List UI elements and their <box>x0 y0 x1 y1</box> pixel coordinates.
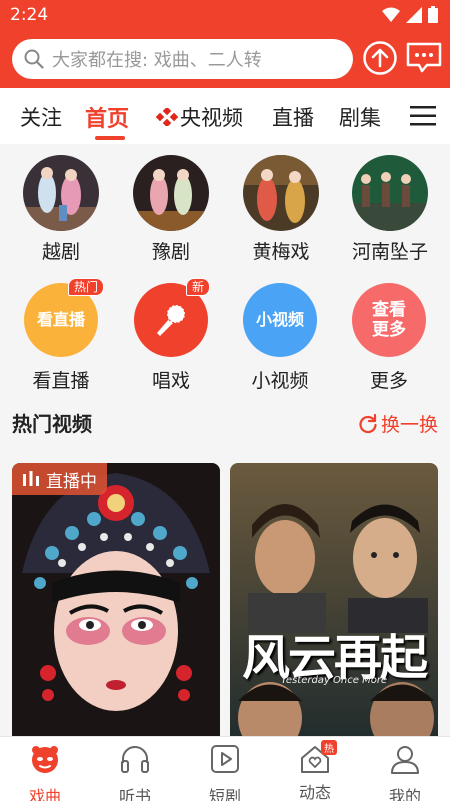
feed-hot-badge: 热 <box>321 740 337 755</box>
func-watch-live[interactable]: 看直播 热门 看直播 <box>11 278 111 393</box>
headphones-icon <box>121 746 149 773</box>
menu-icon[interactable] <box>410 105 436 127</box>
section-title: 热门视频 <box>12 412 92 436</box>
nav-profile[interactable]: 我的 <box>370 743 440 801</box>
tab-live[interactable]: 直播 <box>272 102 314 132</box>
main-content: 越剧 豫剧 黄梅戏 河南坠子 看直播 热门 看直播 新 唱戏 小视频 小视频 查… <box>0 144 450 736</box>
watch-live-icon: 看直播 热门 <box>24 278 104 357</box>
live-bars-icon <box>23 471 39 486</box>
category-label: 越剧 <box>41 241 80 263</box>
live-thumbnail <box>12 463 220 736</box>
bottom-nav: 戏曲 听书 短剧 热 动态 我的 <box>0 736 450 801</box>
tab-cctv-video[interactable]: 央视频 <box>156 102 243 132</box>
search-icon <box>24 49 44 69</box>
opera-mask-icon <box>32 746 58 773</box>
play-box-icon <box>211 745 239 773</box>
search-input[interactable]: 大家都在搜: 戏曲、二人转 <box>12 39 353 79</box>
status-bar: 2:24 <box>0 0 450 30</box>
short-video-icon: 小视频 <box>243 283 317 357</box>
func-icon-text: 小视频 <box>255 310 304 330</box>
status-time: 2:24 <box>10 5 49 25</box>
signal-icon <box>406 6 422 23</box>
live-tag-label: 直播中 <box>46 471 97 492</box>
nav-opera[interactable]: 戏曲 <box>10 743 80 801</box>
wifi-icon <box>382 7 400 22</box>
tab-active-indicator <box>95 136 125 140</box>
category-label: 豫剧 <box>151 241 190 263</box>
nav-label: 听书 <box>118 787 151 801</box>
category-label: 河南坠子 <box>351 241 428 263</box>
upload-icon[interactable] <box>362 40 398 76</box>
video-card-drama[interactable]: 风云再起 Yesterday Once More <box>230 463 438 736</box>
refresh-button[interactable]: 换一换 <box>358 410 438 437</box>
nav-feed[interactable]: 热 动态 <box>280 740 350 801</box>
func-label: 小视频 <box>251 370 309 392</box>
category-image <box>133 155 209 231</box>
cctv-logo-icon <box>156 108 178 126</box>
func-icon-text: 看直播 <box>36 310 85 330</box>
tab-series[interactable]: 剧集 <box>339 102 381 132</box>
top-bar: 2:24 大家都在搜: 戏曲、二人转 <box>0 0 450 88</box>
refresh-label: 换一换 <box>380 414 438 436</box>
hot-badge: 热门 <box>67 278 104 297</box>
nav-label: 我的 <box>388 787 421 801</box>
more-icon: 查看 更多 <box>352 283 426 357</box>
func-short-video[interactable]: 小视频 小视频 <box>230 283 330 393</box>
category-yueju[interactable]: 越剧 <box>11 155 111 264</box>
func-more[interactable]: 查看 更多 更多 <box>339 283 439 393</box>
category-huangmeixi[interactable]: 黄梅戏 <box>231 155 331 264</box>
category-image <box>243 155 319 231</box>
tab-cctv-label: 央视频 <box>180 106 243 130</box>
func-label: 更多 <box>369 370 408 392</box>
drama-poster-image <box>230 463 438 736</box>
nav-label: 短剧 <box>208 787 241 801</box>
search-placeholder: 大家都在搜: 戏曲、二人转 <box>52 50 262 71</box>
battery-icon <box>428 6 438 23</box>
func-label: 看直播 <box>32 370 90 392</box>
message-icon[interactable] <box>405 40 443 76</box>
video-card-live[interactable]: 直播中 <box>12 463 220 736</box>
tab-home[interactable]: 首页 <box>85 101 129 133</box>
new-badge: 新 <box>185 278 210 297</box>
live-status-tag: 直播中 <box>12 463 107 495</box>
category-image <box>352 155 428 231</box>
refresh-icon <box>359 413 377 433</box>
func-label: 唱戏 <box>151 370 190 392</box>
category-label: 黄梅戏 <box>252 241 310 263</box>
nav-audiobook[interactable]: 听书 <box>100 743 170 801</box>
status-icons <box>382 6 438 23</box>
feed-icon-wrap: 热 <box>299 740 337 775</box>
tab-follow[interactable]: 关注 <box>20 102 62 132</box>
tab-bar: 关注 首页 央视频 直播 剧集 <box>0 88 450 144</box>
nav-short-drama[interactable]: 短剧 <box>190 743 260 801</box>
func-sing-opera[interactable]: 新 唱戏 <box>121 278 221 393</box>
category-henan-zhuizi[interactable]: 河南坠子 <box>340 155 440 264</box>
category-image <box>23 155 99 231</box>
category-yuju[interactable]: 豫剧 <box>121 155 221 264</box>
func-icon-text: 查看 更多 <box>372 299 406 340</box>
microphone-icon: 新 <box>134 278 210 357</box>
nav-label: 戏曲 <box>28 787 61 801</box>
poster-subtitle: Yesterday Once More <box>280 675 388 686</box>
nav-label: 动态 <box>298 783 331 801</box>
person-icon <box>391 746 419 774</box>
